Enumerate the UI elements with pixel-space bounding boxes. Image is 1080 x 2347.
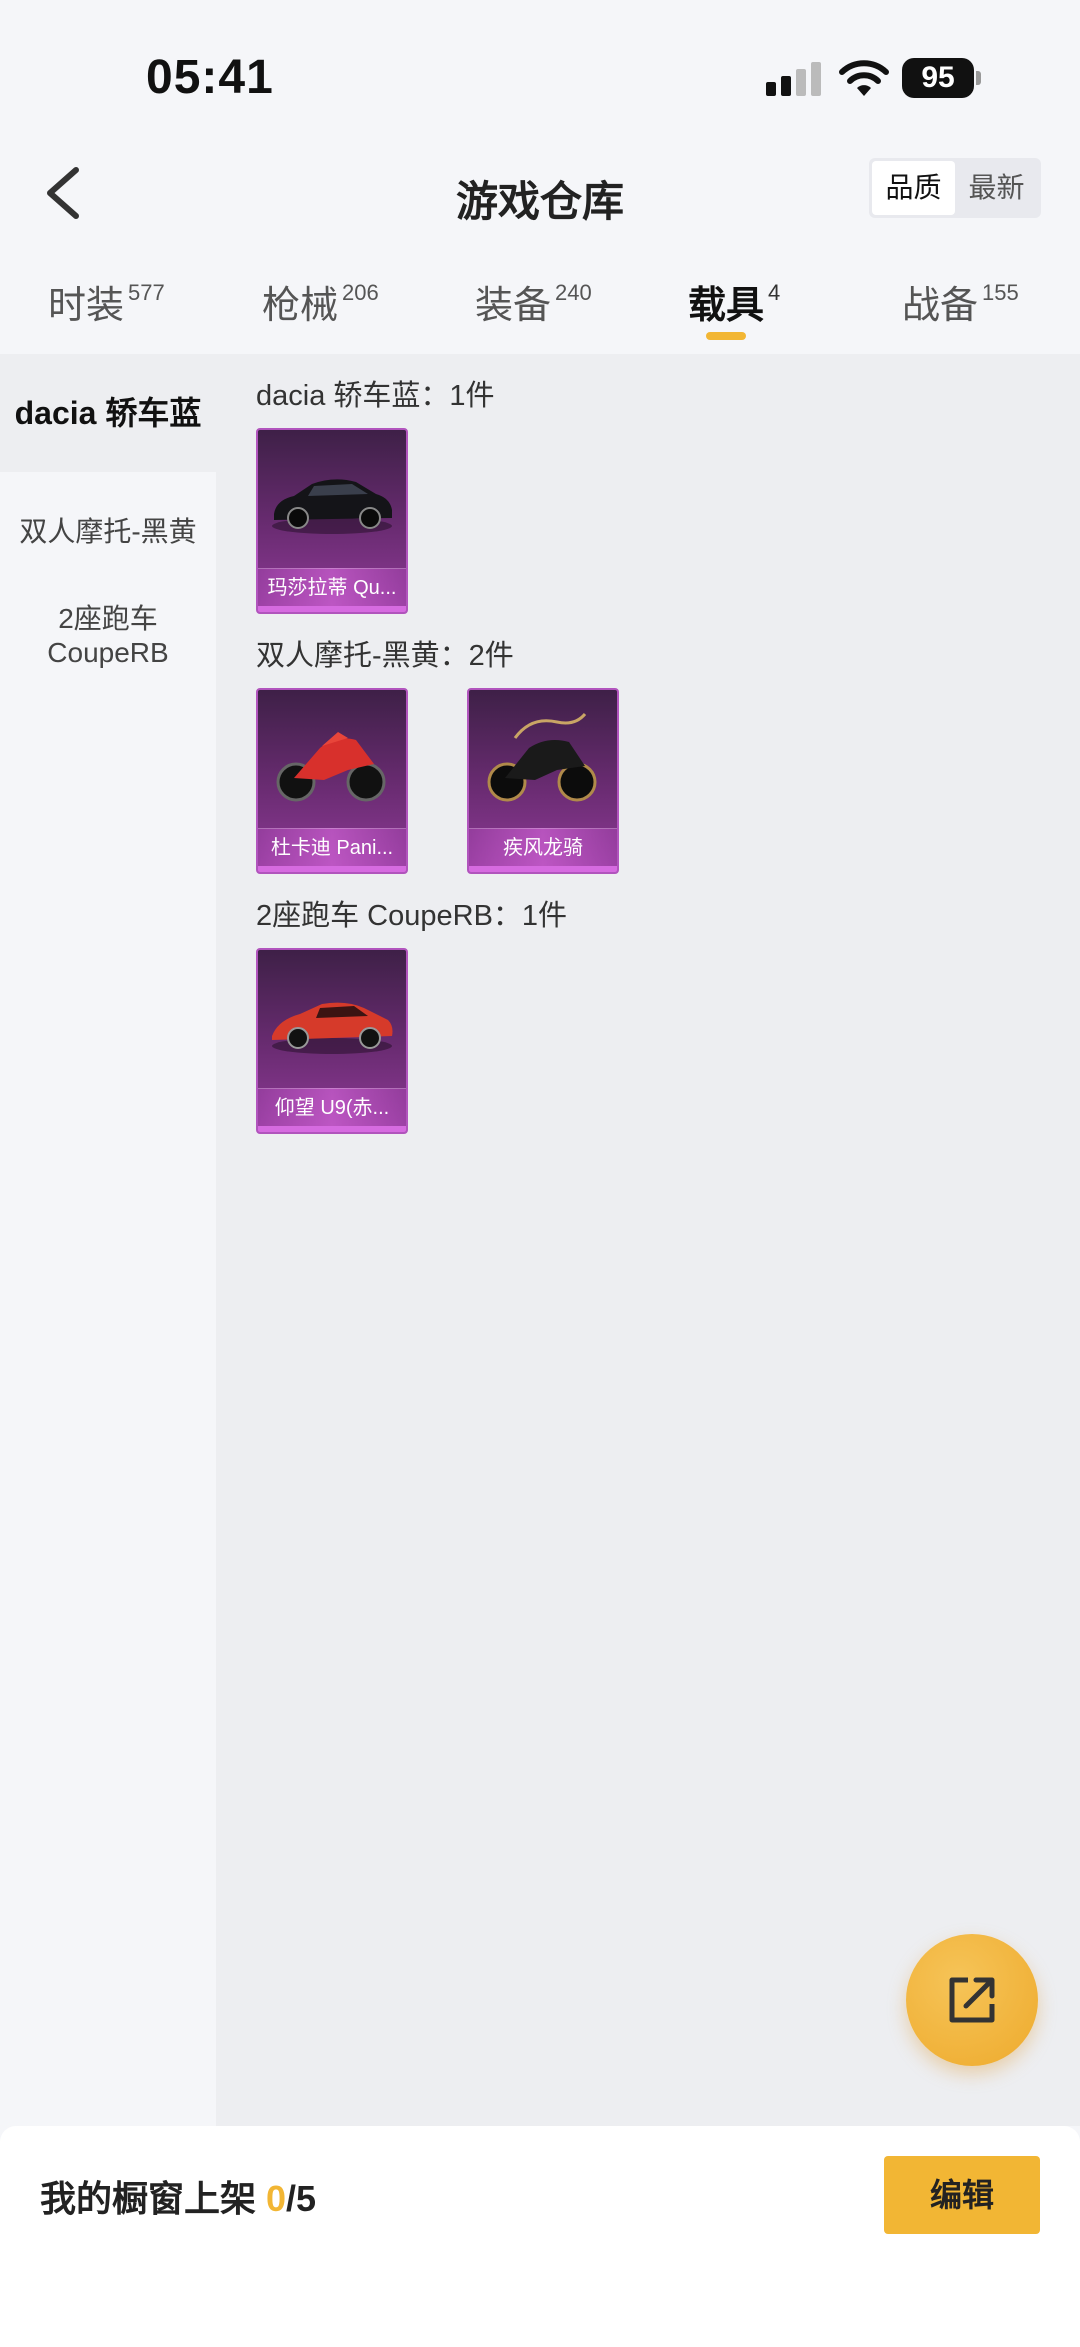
sort-newest-button[interactable]: 最新 bbox=[955, 161, 1038, 215]
item-card[interactable]: 仰望 U9(赤... bbox=[256, 948, 408, 1134]
group-title: dacia 轿车蓝：1件 bbox=[256, 380, 495, 412]
sports-car-image bbox=[272, 1002, 393, 1054]
battery-level: 95 bbox=[902, 58, 974, 98]
status-time: 05:41 bbox=[146, 51, 274, 104]
showcase-total: /5 bbox=[286, 2178, 317, 2219]
sidebar-item-coupe[interactable]: 2座跑车 CoupeRB bbox=[0, 592, 216, 670]
active-tab-indicator bbox=[706, 332, 746, 340]
sedan-image bbox=[272, 479, 392, 534]
item-name: 疾风龙骑 bbox=[469, 828, 617, 866]
sort-quality-button[interactable]: 品质 bbox=[872, 161, 955, 215]
vehicle-sidebar: dacia 轿车蓝 双人摩托-黑黄 2座跑车 CoupeRB bbox=[0, 354, 216, 2126]
wifi-icon bbox=[839, 60, 889, 96]
item-name: 杜卡迪 Pani... bbox=[258, 828, 406, 866]
item-name: 仰望 U9(赤... bbox=[258, 1088, 406, 1126]
tab-equipment[interactable]: 装备 240 bbox=[475, 274, 592, 329]
tab-vehicles[interactable]: 载具 4 bbox=[688, 274, 780, 329]
header: 游戏仓库 品质 最新 bbox=[0, 140, 1080, 250]
sort-toggle: 品质 最新 bbox=[869, 158, 1041, 218]
edit-button[interactable]: 编辑 bbox=[884, 2156, 1040, 2234]
sidebar-item-label: 2座跑车 CoupeRB bbox=[47, 603, 169, 668]
sidebar-item-motorcycle[interactable]: 双人摩托-黑黄 bbox=[0, 472, 216, 592]
item-card[interactable]: 玛莎拉蒂 Qu... bbox=[256, 428, 408, 614]
group-title: 2座跑车 CoupeRB：1件 bbox=[256, 900, 568, 932]
showcase-label: 我的橱窗上架 bbox=[40, 2178, 267, 2219]
tab-fashion[interactable]: 时装 577 bbox=[48, 274, 165, 329]
motorcycle-image bbox=[276, 732, 386, 802]
signal-icon bbox=[766, 62, 821, 96]
tab-combat-gear[interactable]: 战备 155 bbox=[902, 274, 1019, 329]
status-bar: 05:41 95 bbox=[0, 0, 1080, 140]
vehicle-list: dacia 轿车蓝：1件 玛莎拉蒂 Qu... 双人摩托-黑黄：2件 杜卡迪 P… bbox=[216, 354, 1080, 2126]
item-card[interactable]: 疾风龙骑 bbox=[467, 688, 619, 874]
share-icon bbox=[949, 1977, 995, 2023]
tab-firearms[interactable]: 枪械 206 bbox=[262, 274, 379, 329]
group-title: 双人摩托-黑黄：2件 bbox=[256, 640, 514, 672]
item-card[interactable]: 杜卡迪 Pani... bbox=[256, 688, 408, 874]
share-button[interactable] bbox=[906, 1934, 1038, 2066]
motorcycle-image bbox=[487, 712, 597, 802]
showcase-status: 我的橱窗上架 0/5 bbox=[40, 2170, 316, 2222]
battery-icon: 95 bbox=[902, 58, 982, 98]
category-tabs: 时装 577 枪械 206 装备 240 载具 4 战备 155 bbox=[0, 260, 1080, 352]
item-name: 玛莎拉蒂 Qu... bbox=[258, 568, 406, 606]
bottom-bar: 我的橱窗上架 0/5 编辑 bbox=[0, 2126, 1080, 2347]
sidebar-item-dacia[interactable]: dacia 轿车蓝 bbox=[0, 354, 216, 472]
showcase-current-count: 0 bbox=[266, 2178, 287, 2219]
